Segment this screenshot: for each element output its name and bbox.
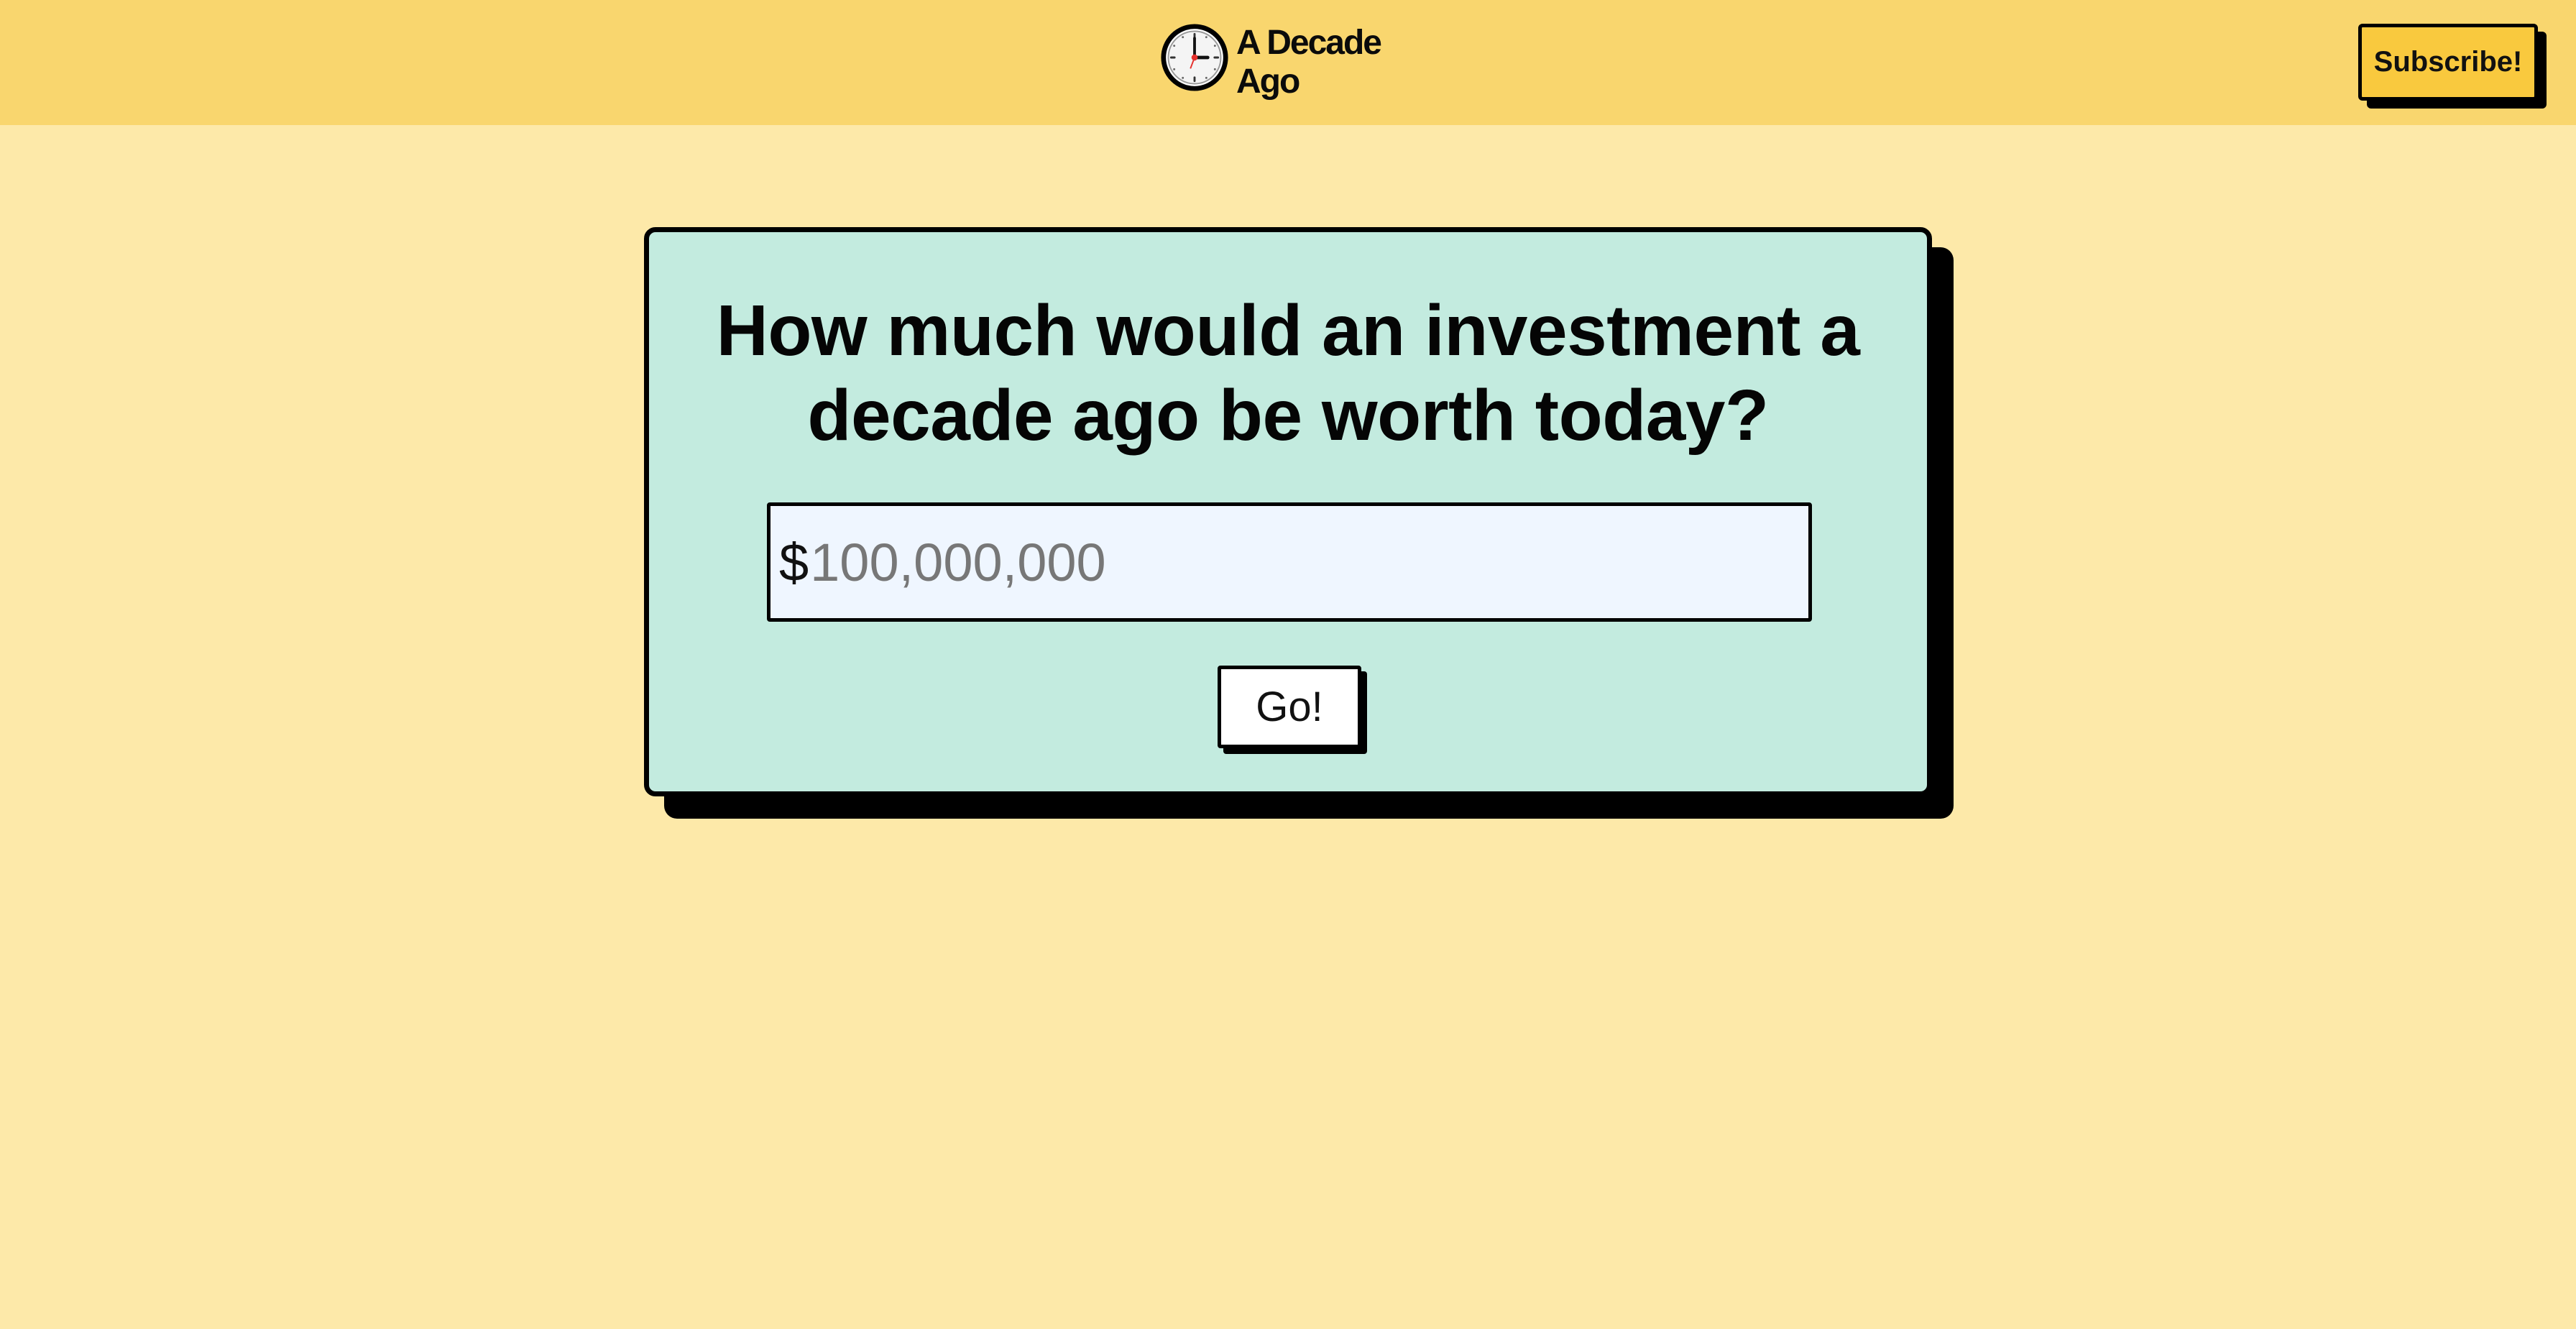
logo-line-1: A Decade — [1236, 24, 1382, 62]
go-button[interactable]: Go! — [1218, 666, 1361, 748]
amount-field[interactable]: $ — [767, 502, 1812, 622]
headline-line-2: decade ago be worth today? — [807, 375, 1769, 456]
amount-input[interactable] — [809, 506, 1808, 618]
investment-card: How much would an investment a decade ag… — [644, 227, 1932, 796]
logo-text: A Decade Ago — [1236, 24, 1423, 101]
site-header: A Decade Ago Subscribe! — [0, 0, 2576, 125]
headline: How much would an investment a decade ag… — [649, 288, 1927, 458]
site-logo[interactable]: A Decade Ago — [1160, 23, 1423, 101]
clock-icon — [1161, 24, 1228, 91]
subscribe-button[interactable]: Subscribe! — [2358, 24, 2538, 101]
currency-symbol: $ — [779, 532, 809, 592]
logo-line-2: Ago — [1236, 63, 1300, 101]
headline-line-1: How much would an investment a — [716, 290, 1860, 371]
